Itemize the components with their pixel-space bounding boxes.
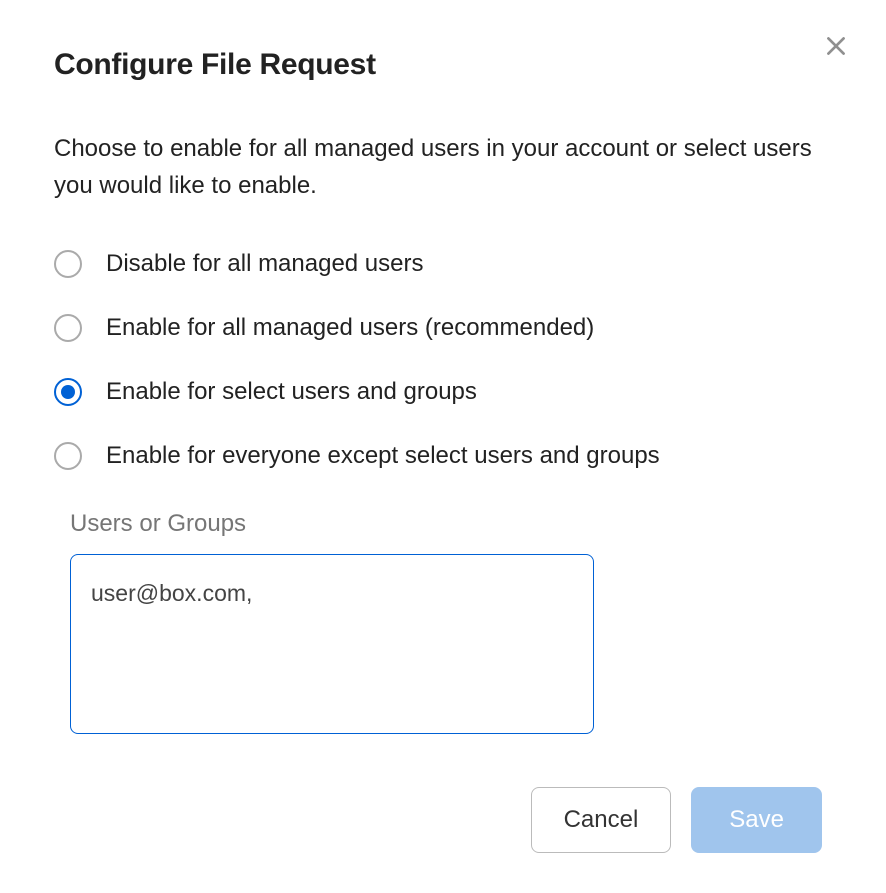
users-groups-section: Users or Groups [70,510,832,739]
save-button[interactable]: Save [691,787,822,853]
cancel-button[interactable]: Cancel [531,787,672,853]
radio-enable-all[interactable]: Enable for all managed users (recommende… [54,314,832,342]
radio-disable-all[interactable]: Disable for all managed users [54,250,832,278]
dialog-description: Choose to enable for all managed users i… [54,130,832,204]
radio-label: Enable for select users and groups [106,378,477,406]
radio-label: Enable for all managed users (recommende… [106,314,594,342]
configure-file-request-dialog: Configure File Request Choose to enable … [0,0,886,893]
close-button[interactable] [820,30,852,62]
dialog-title: Configure File Request [54,48,832,82]
users-groups-label: Users or Groups [70,510,832,538]
radio-enable-select[interactable]: Enable for select users and groups [54,378,832,406]
radio-icon [54,250,82,278]
radio-label: Enable for everyone except select users … [106,442,660,470]
radio-icon [54,442,82,470]
users-groups-input[interactable] [70,554,594,734]
radio-enable-except[interactable]: Enable for everyone except select users … [54,442,832,470]
radio-group: Disable for all managed users Enable for… [54,250,832,470]
dialog-actions: Cancel Save [54,787,832,853]
radio-label: Disable for all managed users [106,250,424,278]
radio-icon [54,314,82,342]
radio-icon [54,378,82,406]
close-icon [823,33,849,59]
